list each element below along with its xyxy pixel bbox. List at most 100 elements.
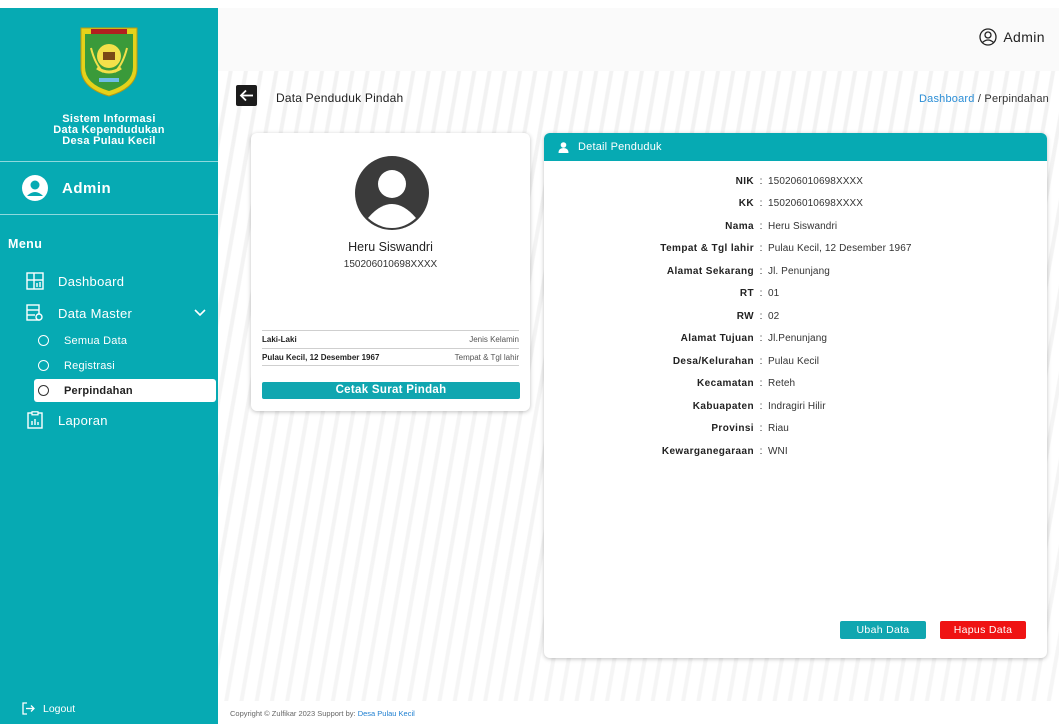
print-transfer-letter-button[interactable]: Cetak Surat Pindah [262, 382, 520, 399]
detail-card-title: Detail Penduduk [578, 141, 662, 153]
circle-icon [38, 335, 49, 346]
detail-label: Tempat & Tgl lahir [660, 243, 754, 255]
detail-label: RW [736, 310, 754, 322]
sidebar-subitem-perpindahan[interactable]: Perpindahan [34, 379, 216, 402]
profile-card: Heru Siswandri 150206010698XXXX Laki-Lak… [251, 133, 530, 411]
logout-icon [22, 702, 35, 715]
sidebar-item-data-master[interactable]: Data Master [0, 297, 218, 329]
breadcrumb: Dashboard / Perpindahan [919, 93, 1049, 105]
profile-avatar-icon [355, 156, 429, 230]
detail-colon: : [759, 220, 763, 232]
detail-value: 01 [768, 288, 780, 300]
edit-data-button[interactable]: Ubah Data [840, 621, 926, 639]
sidebar-item-label: Laporan [58, 412, 108, 428]
detail-label: Alamat Sekarang [666, 265, 754, 277]
detail-label: Kabuapaten [692, 400, 754, 412]
detail-label: Nama [725, 220, 754, 232]
chevron-down-icon [194, 309, 206, 317]
footer-text: Copyright © Zulfikar 2023 Support by: [230, 709, 358, 718]
detail-colon: : [759, 288, 763, 300]
sidebar-subitem-semua-data[interactable]: Semua Data [34, 329, 216, 352]
breadcrumb-dashboard-link[interactable]: Dashboard [919, 93, 975, 105]
sidebar: Sistem Informasi Data Kependudukan Desa … [0, 8, 218, 724]
user-icon [558, 141, 569, 153]
back-button[interactable] [236, 85, 257, 106]
page-title: Data Penduduk Pindah [276, 91, 404, 105]
app-title-line: Desa Pulau Kecil [62, 135, 156, 147]
detail-row: KK:150206010698XXXX [544, 193, 1047, 216]
detail-value: 02 [768, 310, 780, 322]
detail-label: Provinsi [711, 423, 754, 435]
detail-row: Provinsi: Riau [544, 418, 1047, 441]
detail-card: Detail Penduduk NIK:150206010698XXXX KK:1… [544, 133, 1047, 658]
detail-label: Desa/Kelurahan [672, 355, 754, 367]
detail-value: WNI [768, 445, 788, 457]
detail-colon: : [759, 310, 763, 322]
detail-row: Desa/Kelurahan: Pulau Kecil [544, 350, 1047, 373]
detail-row: RW:02 [544, 305, 1047, 328]
detail-colon: : [759, 265, 763, 277]
detail-row: NIK:150206010698XXXX [544, 170, 1047, 193]
user-menu[interactable]: Admin [979, 28, 1045, 46]
detail-colon: : [759, 400, 763, 412]
detail-value: 150206010698XXXX [768, 175, 864, 187]
dashboard-icon [26, 272, 44, 290]
detail-label: NIK [735, 175, 754, 187]
sidebar-user: Admin [0, 162, 218, 214]
detail-row: Tempat & Tgl lahir: Pulau Kecil, 12 Desem… [544, 238, 1047, 261]
profile-row-value: Laki-Laki [262, 335, 297, 344]
breadcrumb-current: Perpindahan [984, 93, 1049, 105]
sidebar-user-name: Admin [62, 179, 112, 197]
detail-card-header: Detail Penduduk [544, 133, 1047, 161]
profile-row: Laki-Laki Jenis Kelamin [262, 330, 519, 348]
detail-row: Alamat Sekarang: Jl. Penunjang [544, 260, 1047, 283]
profile-row-key: Tempat & Tgl lahir [454, 352, 519, 362]
sidebar-subitem-label: Registrasi [64, 359, 115, 372]
logout-label: Logout [43, 702, 76, 715]
detail-row: Kecamatan: Reteh [544, 373, 1047, 396]
detail-colon: : [759, 445, 763, 457]
breadcrumb-separator: / [974, 93, 985, 105]
detail-row: Kewarganegaraan: WNI [544, 440, 1047, 463]
detail-colon: : [759, 355, 763, 367]
app-title: Sistem Informasi Data Kependudukan Desa … [0, 114, 218, 147]
user-circle-icon [979, 28, 997, 46]
delete-data-button[interactable]: Hapus Data [940, 621, 1026, 639]
footer-link[interactable]: Desa Pulau Kecil [358, 709, 415, 718]
detail-label: RT [739, 288, 754, 300]
menu-heading: Menu [8, 237, 43, 251]
circle-icon [38, 360, 49, 371]
regency-emblem-icon [80, 27, 138, 97]
detail-value: Jl. Penunjang [768, 265, 830, 277]
sidebar-item-label: Data Master [58, 305, 133, 321]
detail-colon: : [759, 198, 763, 210]
detail-value: Indragiri Hilir [768, 400, 826, 412]
profile-row-value: Pulau Kecil, 12 Desember 1967 [262, 352, 380, 362]
detail-row: RT:01 [544, 283, 1047, 306]
profile-nik: 150206010698XXXX [343, 259, 438, 270]
detail-colon: : [759, 423, 763, 435]
detail-row: Alamat Tujuan: Jl.Penunjang [544, 328, 1047, 351]
detail-colon: : [759, 333, 763, 345]
profile-row: Pulau Kecil, 12 Desember 1967 Tempat & T… [262, 348, 519, 366]
detail-value: Jl.Penunjang [768, 333, 828, 345]
top-bar: Admin [218, 8, 1059, 71]
detail-value: Riau [768, 423, 789, 435]
detail-colon: : [759, 175, 763, 187]
database-search-icon [26, 304, 43, 321]
detail-value: Heru Siswandri [768, 220, 838, 232]
profile-row-key: Jenis Kelamin [469, 335, 519, 344]
logo [0, 8, 218, 98]
sidebar-subitem-registrasi[interactable]: Registrasi [34, 354, 216, 377]
footer: Copyright © Zulfikar 2023 Support by: De… [218, 701, 1059, 724]
user-menu-label: Admin [1003, 29, 1045, 45]
user-avatar-icon [22, 175, 48, 201]
detail-label: Alamat Tujuan [680, 333, 754, 345]
detail-value: 150206010698XXXX [768, 198, 864, 210]
circle-icon [38, 385, 49, 396]
logout-link[interactable]: Logout [22, 702, 75, 715]
arrow-left-icon [239, 89, 253, 102]
profile-name: Heru Siswandri [348, 240, 433, 254]
sidebar-item-dashboard[interactable]: Dashboard [0, 265, 218, 297]
sidebar-item-laporan[interactable]: Laporan [0, 404, 218, 436]
